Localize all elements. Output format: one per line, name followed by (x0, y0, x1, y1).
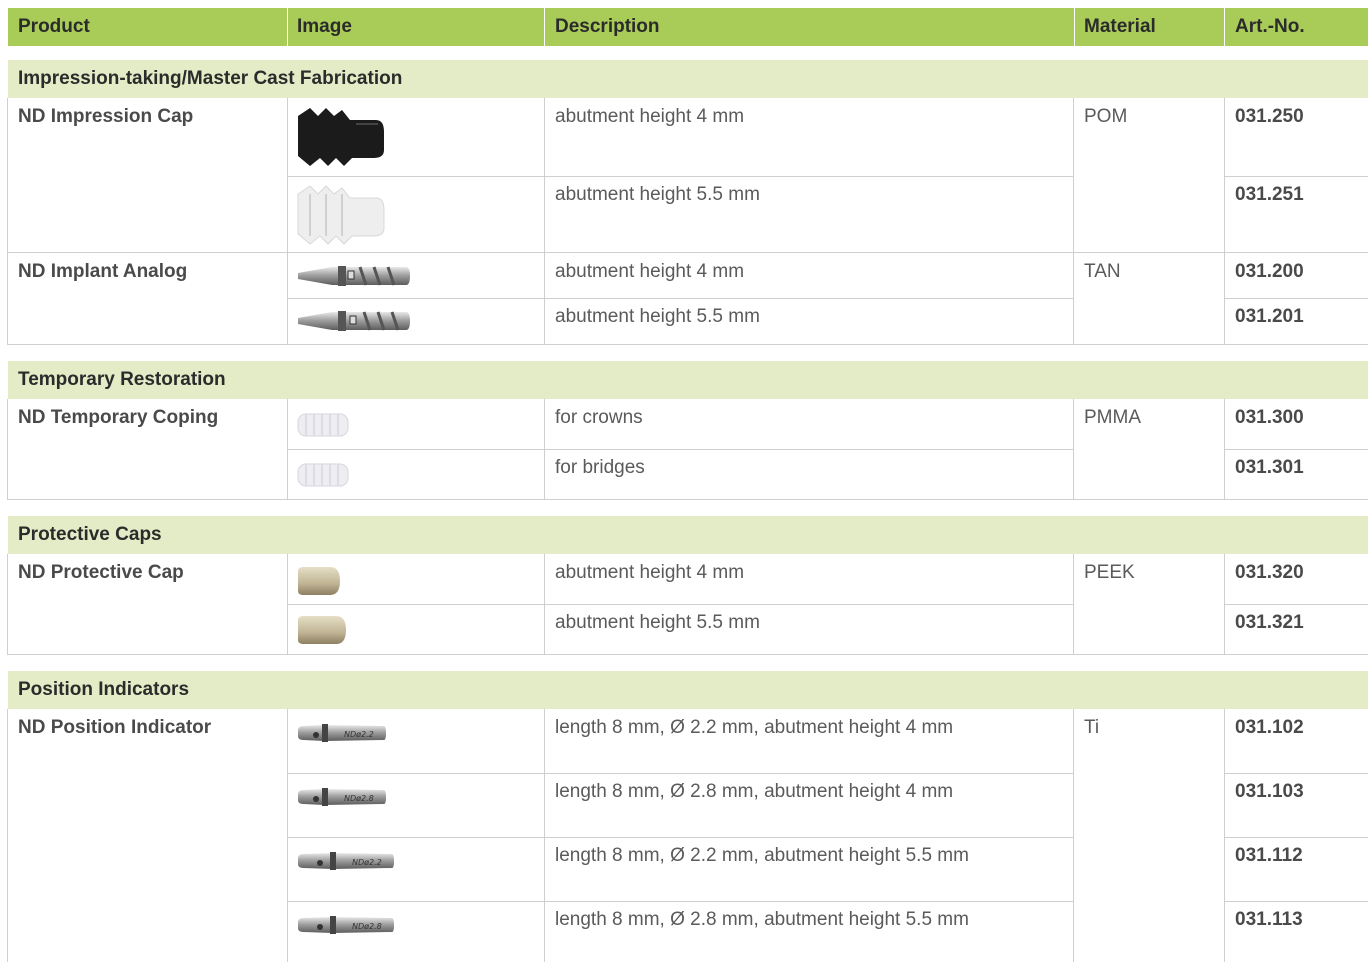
product-name: ND Temporary Coping (18, 407, 219, 428)
implant-analog-image (298, 266, 410, 286)
header-description: Description (555, 16, 660, 37)
article-number: 031.320 (1235, 562, 1304, 583)
position-indicator-image: NDø2.2 (298, 724, 386, 742)
header-artno: Art.-No. (1235, 16, 1305, 37)
description: length 8 mm, Ø 2.2 mm, abutment height 4… (555, 717, 954, 738)
section-title: Position Indicators (8, 671, 1368, 709)
description: abutment height 5.5 mm (555, 306, 760, 327)
article-number: 031.201 (1235, 306, 1304, 327)
description: abutment height 5.5 mm (555, 184, 760, 205)
engraving: NDø2.2 (352, 858, 382, 867)
description: length 8 mm, Ø 2.2 mm, abutment height 5… (555, 845, 969, 866)
material: Ti (1084, 717, 1100, 738)
description: for bridges (555, 457, 645, 478)
header-image: Image (297, 16, 352, 37)
header-product: Product (18, 16, 90, 37)
protective-cap-image (298, 567, 340, 595)
engraving: NDø2.8 (344, 794, 374, 803)
black-impression-cap-image (298, 108, 384, 166)
description: length 8 mm, Ø 2.8 mm, abutment height 5… (555, 909, 969, 930)
article-number: 031.250 (1235, 106, 1304, 127)
section-title: Protective Caps (8, 516, 1368, 554)
section-title: Temporary Restoration (8, 361, 1368, 399)
white-impression-cap-image (297, 185, 385, 245)
engraving: NDø2.8 (352, 922, 382, 931)
article-number: 031.321 (1235, 612, 1304, 633)
article-number: 031.112 (1235, 845, 1303, 866)
description: for crowns (555, 407, 643, 428)
description: abutment height 4 mm (555, 106, 745, 127)
position-indicator-image: NDø2.8 (298, 788, 386, 806)
article-number: 031.102 (1235, 717, 1304, 738)
material: POM (1084, 106, 1128, 127)
position-indicator-image: NDø2.8 (298, 916, 394, 934)
protective-cap-image (298, 616, 346, 644)
description: abutment height 4 mm (555, 562, 745, 583)
header-material: Material (1084, 16, 1156, 37)
product-name: ND Position Indicator (18, 717, 212, 738)
description: abutment height 5.5 mm (555, 612, 760, 633)
temporary-coping-image (297, 463, 349, 487)
description: abutment height 4 mm (555, 261, 745, 282)
temporary-coping-image (297, 413, 349, 437)
article-number: 031.300 (1235, 407, 1304, 428)
position-indicator-image: NDø2.2 (298, 852, 394, 870)
material: PMMA (1084, 407, 1141, 428)
implant-analog-image (298, 311, 410, 331)
article-number: 031.301 (1235, 457, 1304, 478)
material: PEEK (1084, 562, 1135, 583)
article-number: 031.103 (1235, 781, 1304, 802)
article-number: 031.200 (1235, 261, 1304, 282)
product-name: ND Protective Cap (18, 562, 184, 583)
product-name: ND Implant Analog (18, 261, 188, 282)
article-number: 031.251 (1235, 184, 1304, 205)
engraving: NDø2.2 (344, 730, 374, 739)
product-name: ND Impression Cap (18, 106, 194, 127)
section-title: Impression-taking/Master Cast Fabricatio… (8, 60, 1368, 98)
material: TAN (1084, 261, 1121, 282)
description: length 8 mm, Ø 2.8 mm, abutment height 4… (555, 781, 954, 802)
article-number: 031.113 (1235, 909, 1303, 930)
